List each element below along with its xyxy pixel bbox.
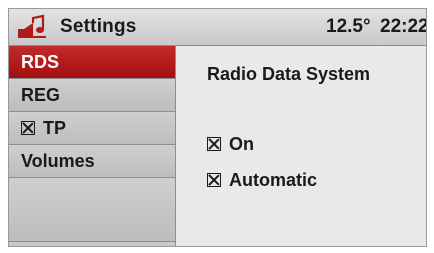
sidebar-item-reg[interactable]: REG bbox=[9, 79, 175, 112]
sidebar-menu: RDS REG TP Volumes bbox=[9, 46, 176, 246]
title-bar: Settings 12.5° 22:22 bbox=[9, 9, 426, 46]
sidebar-item-rds[interactable]: RDS bbox=[9, 46, 175, 79]
tp-checkbox-icon[interactable] bbox=[21, 121, 35, 135]
option-automatic[interactable]: Automatic bbox=[207, 170, 317, 191]
sidebar-empty-slot bbox=[9, 178, 175, 242]
sidebar-item-label: RDS bbox=[21, 52, 60, 72]
automatic-checkbox-icon[interactable] bbox=[207, 173, 221, 187]
section-title: Radio Data System bbox=[207, 64, 371, 84]
on-checkbox-icon[interactable] bbox=[207, 137, 221, 151]
sidebar-item-tp[interactable]: TP bbox=[9, 112, 175, 145]
sidebar-item-label: TP bbox=[43, 118, 67, 138]
content-panel: Radio Data System On Automatic bbox=[176, 46, 426, 246]
sidebar-item-volumes[interactable]: Volumes bbox=[9, 145, 175, 178]
music-note-speaker-icon bbox=[18, 14, 46, 38]
screen: Settings 12.5° 22:22 RDS REG TP Volumes … bbox=[8, 8, 427, 247]
sidebar-item-label: REG bbox=[21, 85, 61, 105]
option-label: Automatic bbox=[229, 170, 318, 190]
option-on[interactable]: On bbox=[207, 134, 254, 155]
clock: 22:22 bbox=[380, 16, 427, 37]
temperature-readout: 12.5° bbox=[326, 16, 371, 37]
option-label: On bbox=[229, 134, 254, 154]
sidebar-item-label: Volumes bbox=[21, 151, 95, 171]
page-title: Settings bbox=[60, 16, 137, 37]
